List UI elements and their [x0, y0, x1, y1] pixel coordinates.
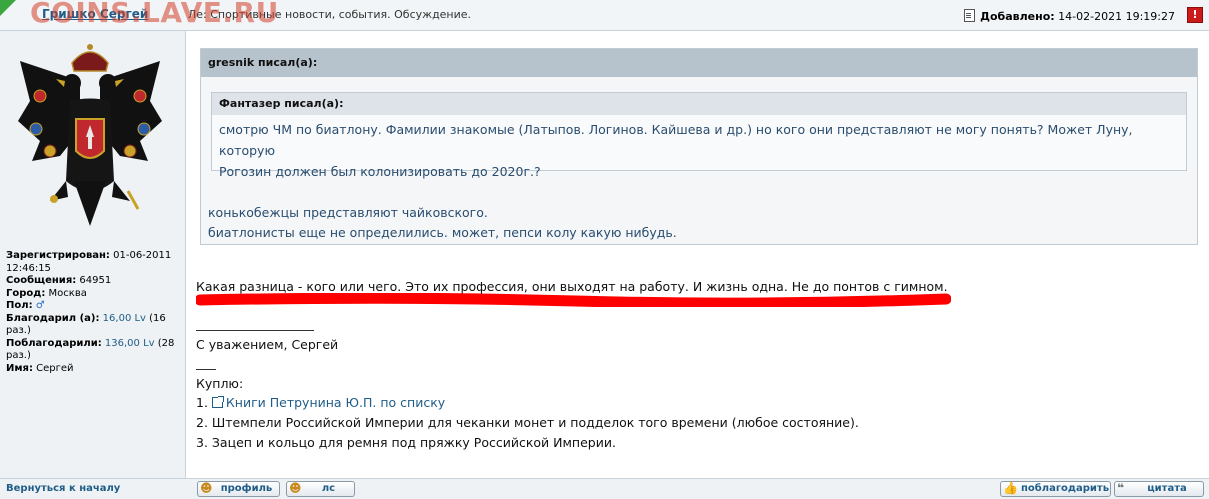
- post-content: gresnik писал(а): Фантазер писал(а): смо…: [186, 31, 1209, 478]
- thank-button-label: поблагодарить: [1021, 483, 1110, 494]
- thumbs-up-icon: 👍: [1003, 481, 1018, 495]
- back-to-top-link[interactable]: Вернуться к началу: [6, 483, 120, 494]
- posted-label: Добавлено:: [980, 10, 1055, 23]
- users-icon: ☻: [289, 481, 302, 495]
- signature-item-3: 3. Зацеп и кольцо для ремня под пряжку Р…: [196, 435, 616, 450]
- outer-quote-header: gresnik писал(а):: [201, 49, 1197, 77]
- messages-label: Сообщения:: [6, 275, 77, 286]
- male-icon: ♂: [35, 300, 45, 311]
- was-thanked-label: Поблагодарили:: [6, 337, 102, 349]
- gender-row: Пол: ♂: [6, 300, 182, 313]
- post-main-text: Какая разница - кого или чего. Это их пр…: [196, 279, 948, 294]
- thank-button[interactable]: 👍 поблагодарить: [1000, 481, 1111, 497]
- outer-quote-line-1: конькобежцы представляют чайковского.: [208, 205, 488, 220]
- thanked-label: Благодарил (а):: [6, 312, 100, 324]
- inner-quote-line-2: Рогозин должен был колонизировать до 202…: [219, 164, 541, 179]
- gender-label: Пол:: [6, 300, 33, 311]
- external-link-icon: [211, 396, 224, 408]
- pm-button-label: лс: [321, 483, 336, 494]
- signature-buy-title: Куплю:: [196, 376, 244, 391]
- avatar: [18, 44, 162, 226]
- new-post-flag-icon: [0, 0, 16, 16]
- messages-value: 64951: [79, 275, 112, 286]
- name-label: Имя:: [6, 362, 33, 374]
- registered-label: Зарегистрирован:: [6, 250, 110, 261]
- inner-quote-text: смотрю ЧМ по биатлону. Фамилии знакомые …: [212, 115, 1186, 182]
- author-sidebar: Зарегистрирован: 01-06-2011 12:46:15 Соо…: [0, 31, 186, 478]
- name-row: Имя: Сергей: [6, 363, 182, 376]
- thanked-value-link[interactable]: 16,00 Lv: [103, 313, 146, 324]
- messages-row: Сообщения: 64951: [6, 275, 182, 288]
- was-thanked-value-link[interactable]: 136,00 Lv: [105, 338, 155, 349]
- city-label: Город:: [6, 287, 46, 299]
- quote-button-label: цитата: [1147, 483, 1187, 494]
- signature-regards: С уважением, Сергей: [196, 337, 339, 352]
- outer-quote-block: gresnik писал(а): Фантазер писал(а): смо…: [200, 48, 1198, 245]
- post-icon: [964, 9, 976, 22]
- city-value: Москва: [48, 287, 87, 299]
- red-underline-highlight: [196, 293, 951, 307]
- user-icon: ☻: [200, 481, 213, 495]
- signature-divider: [196, 330, 314, 331]
- author-profile-info: Зарегистрирован: 01-06-2011 12:46:15 Соо…: [6, 250, 182, 375]
- profile-button-label: профиль: [220, 483, 273, 494]
- inner-quote-block: Фантазер писал(а): смотрю ЧМ по биатлону…: [211, 92, 1187, 179]
- quote-button[interactable]: ❝ цитата: [1114, 481, 1204, 497]
- inner-quote-header: Фантазер писал(а):: [212, 93, 1186, 115]
- outer-quote-line-2: биатлонисты еще не определились. может, …: [208, 225, 677, 240]
- private-message-button[interactable]: ☻ лс: [286, 481, 355, 497]
- post-date: Добавлено: 14-02-2021 19:19:27: [964, 9, 1175, 23]
- inner-quote-line-1: смотрю ЧМ по биатлону. Фамилии знакомые …: [219, 122, 1133, 158]
- signature-item-1: 1. Книги Петрунина Ю.П. по списку: [196, 395, 445, 410]
- quote-icon: ❝: [1117, 481, 1125, 495]
- city-row: Город: Москва: [6, 288, 182, 301]
- site-watermark: COINS.LAVE.RU: [30, 0, 279, 29]
- posted-date-value: 14-02-2021 19:19:27: [1058, 10, 1175, 23]
- thanked-row: Благодарил (а): 16,00 Lv (16 раз.): [6, 313, 182, 338]
- books-list-link[interactable]: Книги Петрунина Ю.П. по списку: [226, 395, 445, 410]
- registered-row: Зарегистрирован: 01-06-2011 12:46:15: [6, 250, 182, 275]
- outer-quote-text: конькобежцы представляют чайковского. би…: [208, 203, 677, 243]
- item-1-number: 1.: [196, 395, 212, 410]
- post-header: Гришко Сергей Ле: Спортивные новости, со…: [0, 0, 1209, 31]
- name-value: Сергей: [36, 362, 74, 374]
- report-post-icon[interactable]: !: [1187, 7, 1203, 23]
- was-thanked-row: Поблагодарили: 136,00 Lv (28 раз.): [6, 338, 182, 363]
- post-footer: Вернуться к началу ☻ профиль ☻ лс 👍 побл…: [0, 478, 1209, 499]
- profile-button[interactable]: ☻ профиль: [197, 481, 280, 497]
- signature-item-2: 2. Штемпели Российской Империи для чекан…: [196, 415, 859, 430]
- signature-short-divider: [196, 369, 216, 370]
